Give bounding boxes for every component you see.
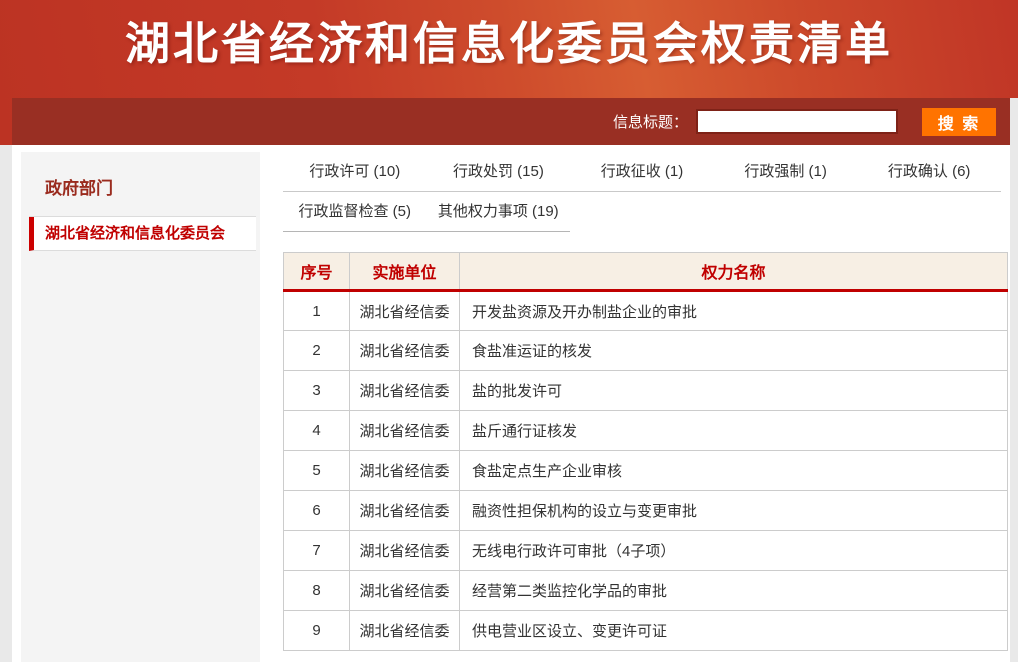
cell-unit: 湖北省经信委 bbox=[350, 611, 460, 651]
cell-unit: 湖北省经信委 bbox=[350, 451, 460, 491]
cell-power-name: 供电营业区设立、变更许可证 bbox=[460, 611, 1008, 651]
cell-power-name: 经营第二类监控化学品的审批 bbox=[460, 571, 1008, 611]
power-list-table: 序号 实施单位 权力名称 1 湖北省经信委 开发盐资源及开办制盐企业的审批 2 … bbox=[283, 252, 1008, 651]
tab-xingzheng-xuke[interactable]: 行政许可 (10) bbox=[283, 152, 427, 191]
tab-xingzheng-zhengshou[interactable]: 行政征收 (1) bbox=[570, 152, 714, 191]
search-label: 信息标题： bbox=[613, 111, 688, 132]
cell-power-name: 盐斤通行证核发 bbox=[460, 411, 1008, 451]
cell-index: 4 bbox=[284, 411, 350, 451]
cell-index: 1 bbox=[284, 291, 350, 331]
table-row: 7 湖北省经信委 无线电行政许可审批（4子项） bbox=[284, 531, 1008, 571]
cell-unit: 湖北省经信委 bbox=[350, 331, 460, 371]
cell-power-name: 融资性担保机构的设立与变更审批 bbox=[460, 491, 1008, 531]
main-panel: 行政许可 (10) 行政处罚 (15) 行政征收 (1) 行政强制 (1) 行政… bbox=[260, 152, 987, 651]
search-bar: 信息标题： 搜 索 bbox=[12, 98, 1010, 145]
tab-qita-quanli[interactable]: 其他权力事项 (19) bbox=[427, 192, 571, 231]
col-header-unit: 实施单位 bbox=[350, 253, 460, 291]
cell-unit: 湖北省经信委 bbox=[350, 291, 460, 331]
sidebar-item-label: 湖北省经济和信息化委员会 bbox=[45, 225, 225, 242]
tab-xingzheng-chufa[interactable]: 行政处罚 (15) bbox=[427, 152, 571, 191]
col-header-index: 序号 bbox=[284, 253, 350, 291]
table-row: 5 湖北省经信委 食盐定点生产企业审核 bbox=[284, 451, 1008, 491]
cell-power-name: 盐的批发许可 bbox=[460, 371, 1008, 411]
tab-xingzheng-qiangzhi[interactable]: 行政强制 (1) bbox=[714, 152, 858, 191]
sidebar-item-department[interactable]: 湖北省经济和信息化委员会 bbox=[29, 217, 256, 251]
header-banner: 湖北省经济和信息化委员会权责清单 信息标题： 搜 索 bbox=[0, 0, 1018, 145]
cell-index: 7 bbox=[284, 531, 350, 571]
tab-row-2: 行政监督检查 (5) 其他权力事项 (19) bbox=[283, 192, 570, 232]
tab-xingzheng-queren[interactable]: 行政确认 (6) bbox=[857, 152, 1001, 191]
cell-index: 8 bbox=[284, 571, 350, 611]
scrollbar-track[interactable] bbox=[1010, 98, 1018, 145]
search-input[interactable] bbox=[696, 109, 898, 134]
tab-jiandu-jiancha[interactable]: 行政监督检查 (5) bbox=[283, 192, 427, 231]
table-row: 2 湖北省经信委 食盐准运证的核发 bbox=[284, 331, 1008, 371]
cell-index: 5 bbox=[284, 451, 350, 491]
cell-index: 6 bbox=[284, 491, 350, 531]
cell-power-name: 食盐定点生产企业审核 bbox=[460, 451, 1008, 491]
col-header-power-name: 权力名称 bbox=[460, 253, 1008, 291]
cell-index: 9 bbox=[284, 611, 350, 651]
content-area: 政府部门 湖北省经济和信息化委员会 行政许可 (10) 行政处罚 (15) 行政… bbox=[12, 145, 1010, 662]
cell-unit: 湖北省经信委 bbox=[350, 371, 460, 411]
cell-unit: 湖北省经信委 bbox=[350, 531, 460, 571]
cell-index: 2 bbox=[284, 331, 350, 371]
cell-power-name: 开发盐资源及开办制盐企业的审批 bbox=[460, 291, 1008, 331]
cell-unit: 湖北省经信委 bbox=[350, 491, 460, 531]
page-title: 湖北省经济和信息化委员会权责清单 bbox=[0, 0, 1018, 72]
table-row: 6 湖北省经信委 融资性担保机构的设立与变更审批 bbox=[284, 491, 1008, 531]
cell-index: 3 bbox=[284, 371, 350, 411]
search-button[interactable]: 搜 索 bbox=[922, 108, 996, 136]
table-row: 8 湖北省经信委 经营第二类监控化学品的审批 bbox=[284, 571, 1008, 611]
table-row: 9 湖北省经信委 供电营业区设立、变更许可证 bbox=[284, 611, 1008, 651]
cell-unit: 湖北省经信委 bbox=[350, 571, 460, 611]
table-header-row: 序号 实施单位 权力名称 bbox=[284, 253, 1008, 291]
tab-row-1: 行政许可 (10) 行政处罚 (15) 行政征收 (1) 行政强制 (1) 行政… bbox=[283, 152, 1001, 192]
sidebar: 政府部门 湖北省经济和信息化委员会 bbox=[21, 152, 260, 662]
sidebar-heading: 政府部门 bbox=[45, 174, 260, 199]
cell-power-name: 食盐准运证的核发 bbox=[460, 331, 1008, 371]
page: 湖北省经济和信息化委员会权责清单 信息标题： 搜 索 政府部门 湖北省经济和信息… bbox=[0, 0, 1018, 662]
table-row: 4 湖北省经信委 盐斤通行证核发 bbox=[284, 411, 1008, 451]
table-row: 1 湖北省经信委 开发盐资源及开办制盐企业的审批 bbox=[284, 291, 1008, 331]
cell-power-name: 无线电行政许可审批（4子项） bbox=[460, 531, 1008, 571]
table-row: 3 湖北省经信委 盐的批发许可 bbox=[284, 371, 1008, 411]
cell-unit: 湖北省经信委 bbox=[350, 411, 460, 451]
